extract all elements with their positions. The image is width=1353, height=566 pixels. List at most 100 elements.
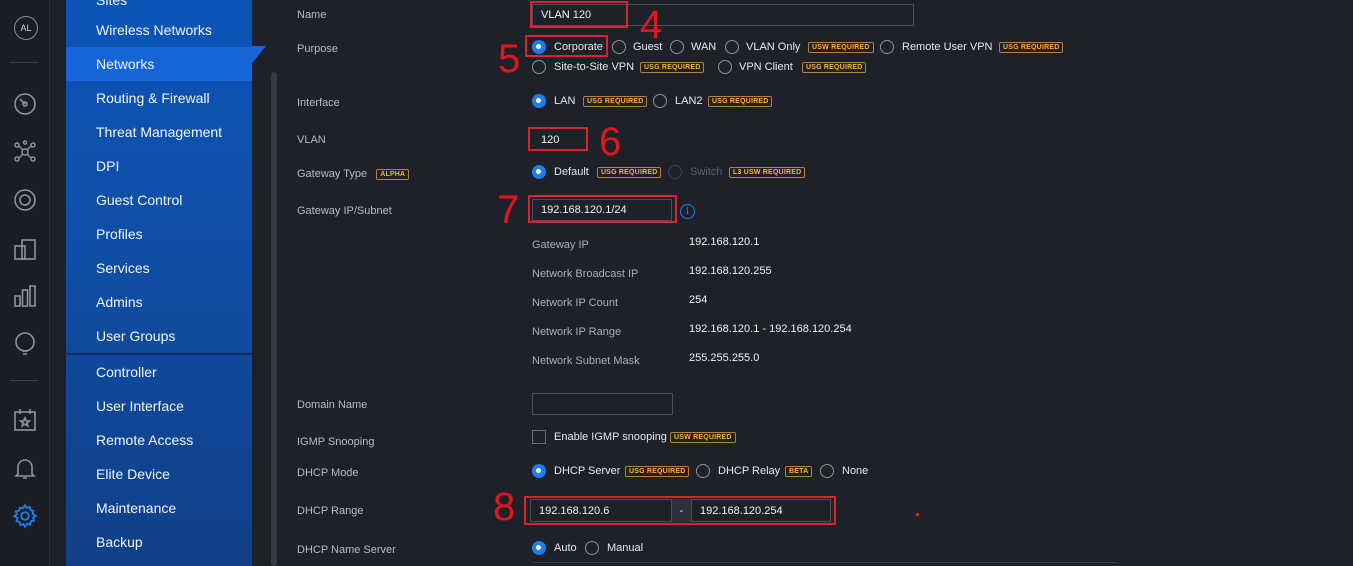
rail-divider <box>10 62 38 63</box>
sidebar-item-maintenance[interactable]: Maintenance <box>66 491 252 525</box>
annotation-number-5: 5 <box>498 37 521 81</box>
sidebar-item-label: DPI <box>96 158 120 174</box>
sidebar-item-user-interface[interactable]: User Interface <box>66 389 252 423</box>
sidebar-item-label: Guest Control <box>96 192 183 208</box>
dhcp-mode-label: DHCP Mode <box>297 467 359 479</box>
usg-required-badge: USG REQUIRED <box>708 96 773 107</box>
purpose-radio-remote-user-vpn[interactable] <box>880 40 894 54</box>
igmp-checkbox[interactable] <box>532 430 546 444</box>
settings-icon[interactable] <box>12 503 38 529</box>
domain-name-label: Domain Name <box>297 399 368 411</box>
purpose-label: Purpose <box>297 43 338 55</box>
sidebar-item-admins[interactable]: Admins <box>66 285 252 319</box>
sidebar-item-label: Elite Device <box>96 466 170 482</box>
sidebar-item-remote-access[interactable]: Remote Access <box>66 423 252 457</box>
sidebar-item-dpi[interactable]: DPI <box>66 149 252 183</box>
igmp-option: Enable IGMP snooping <box>554 431 667 443</box>
sidebar-item-user-groups[interactable]: User Groups <box>66 319 252 353</box>
gutter <box>50 0 66 566</box>
gateway-type-text: Gateway Type <box>297 168 368 180</box>
annotation-box-dhcp-range <box>524 496 836 525</box>
settings-sidebar: Sites Wireless Networks Networks Routing… <box>66 0 252 566</box>
dhcp-mode-option-none: None <box>842 465 869 477</box>
sidebar-item-label: Networks <box>96 56 155 72</box>
l3-usw-required-badge: L3 USW REQUIRED <box>729 167 806 178</box>
purpose-option-wan: WAN <box>691 41 717 53</box>
name-label: Name <box>297 9 327 21</box>
domain-name-input[interactable] <box>532 393 673 415</box>
purpose-radio-vpn-client[interactable] <box>718 60 732 74</box>
beta-badge: BETA <box>785 466 813 477</box>
annotation-box-purpose <box>525 35 608 57</box>
info-value: 255.255.255.0 <box>689 352 760 364</box>
sidebar-item-label: Routing & Firewall <box>96 90 210 106</box>
usw-required-badge: USW REQUIRED <box>808 42 874 53</box>
usg-required-badge: USG REQUIRED <box>802 62 867 73</box>
info-key: Network IP Count <box>532 297 619 309</box>
purpose-radio-guest[interactable] <box>612 40 626 54</box>
sidebar-item-label: Controller <box>96 364 157 380</box>
sidebar-item-networks[interactable]: Networks <box>66 47 252 81</box>
events-icon[interactable] <box>12 407 38 433</box>
purpose-radio-vlan-only[interactable] <box>725 40 739 54</box>
interface-option-lan2: LAN2 <box>675 95 703 107</box>
info-value: 254 <box>689 294 708 306</box>
sidebar-item-routing-firewall[interactable]: Routing & Firewall <box>66 81 252 115</box>
dhcp-mode-radio-none[interactable] <box>820 464 834 478</box>
usg-required-badge: USG REQUIRED <box>583 96 648 107</box>
usg-required-badge: USG REQUIRED <box>597 167 662 178</box>
dhcp-ns-radio-manual[interactable] <box>585 541 599 555</box>
interface-radio-lan[interactable] <box>532 94 546 108</box>
sidebar-item-label: Threat Management <box>96 124 223 140</box>
info-icon[interactable]: i <box>680 204 695 219</box>
info-value: 192.168.120.1 <box>689 236 760 248</box>
usg-required-badge: USG REQUIRED <box>625 466 690 477</box>
sidebar-item-elite-device[interactable]: Elite Device <box>66 457 252 491</box>
info-key: Network Subnet Mask <box>532 355 640 367</box>
topology-icon[interactable] <box>12 139 38 165</box>
dashboard-icon[interactable] <box>12 91 38 117</box>
dhcp-mode-radio-relay[interactable] <box>696 464 710 478</box>
active-item-pointer <box>252 46 266 63</box>
scrollbar[interactable] <box>271 72 277 566</box>
rail-divider <box>10 380 38 381</box>
sidebar-item-wireless-networks[interactable]: Wireless Networks <box>66 13 252 47</box>
icon-rail: AL <box>0 0 50 566</box>
annotation-box-vlan <box>528 127 588 151</box>
annotation-number-7: 7 <box>497 188 520 232</box>
sidebar-item-label: Backup <box>96 534 143 550</box>
gateway-type-radio-default[interactable] <box>532 165 546 179</box>
devices-icon[interactable] <box>12 187 38 213</box>
gateway-type-option-switch: Switch <box>690 166 723 178</box>
next-row-inputs <box>532 562 1117 566</box>
clients-icon[interactable] <box>12 236 38 262</box>
vlan-label: VLAN <box>297 134 326 146</box>
purpose-radio-wan[interactable] <box>670 40 684 54</box>
sidebar-item-threat-management[interactable]: Threat Management <box>66 115 252 149</box>
info-key: Gateway IP <box>532 239 589 251</box>
sidebar-item-label: Maintenance <box>96 500 177 516</box>
sidebar-item-backup[interactable]: Backup <box>66 525 252 559</box>
alerts-icon[interactable] <box>12 455 38 481</box>
statistics-icon[interactable] <box>12 283 38 309</box>
gateway-type-radio-switch[interactable] <box>668 165 682 179</box>
insights-icon[interactable] <box>12 330 38 356</box>
sidebar-item-label: Sites <box>96 0 128 8</box>
dhcp-ns-radio-auto[interactable] <box>532 541 546 555</box>
dhcp-mode-radio-server[interactable] <box>532 464 546 478</box>
sidebar-item-controller[interactable]: Controller <box>66 355 252 389</box>
dhcp-mode-option-server: DHCP Server <box>554 465 621 477</box>
avatar[interactable]: AL <box>14 16 38 40</box>
alpha-badge: ALPHA <box>376 168 410 180</box>
purpose-option-remote-user-vpn: Remote User VPN <box>902 41 993 53</box>
dhcp-ns-option-auto: Auto <box>554 542 577 554</box>
sidebar-item-profiles[interactable]: Profiles <box>66 217 252 251</box>
interface-radio-lan2[interactable] <box>653 94 667 108</box>
sidebar-item-services[interactable]: Services <box>66 251 252 285</box>
sidebar-item-guest-control[interactable]: Guest Control <box>66 183 252 217</box>
info-key: Network Broadcast IP <box>532 268 639 280</box>
annotation-number-8: 8 <box>493 485 516 529</box>
dhcp-range-label: DHCP Range <box>297 505 364 517</box>
purpose-radio-site-to-site-vpn[interactable] <box>532 60 546 74</box>
dhcp-name-server-label: DHCP Name Server <box>297 544 396 556</box>
